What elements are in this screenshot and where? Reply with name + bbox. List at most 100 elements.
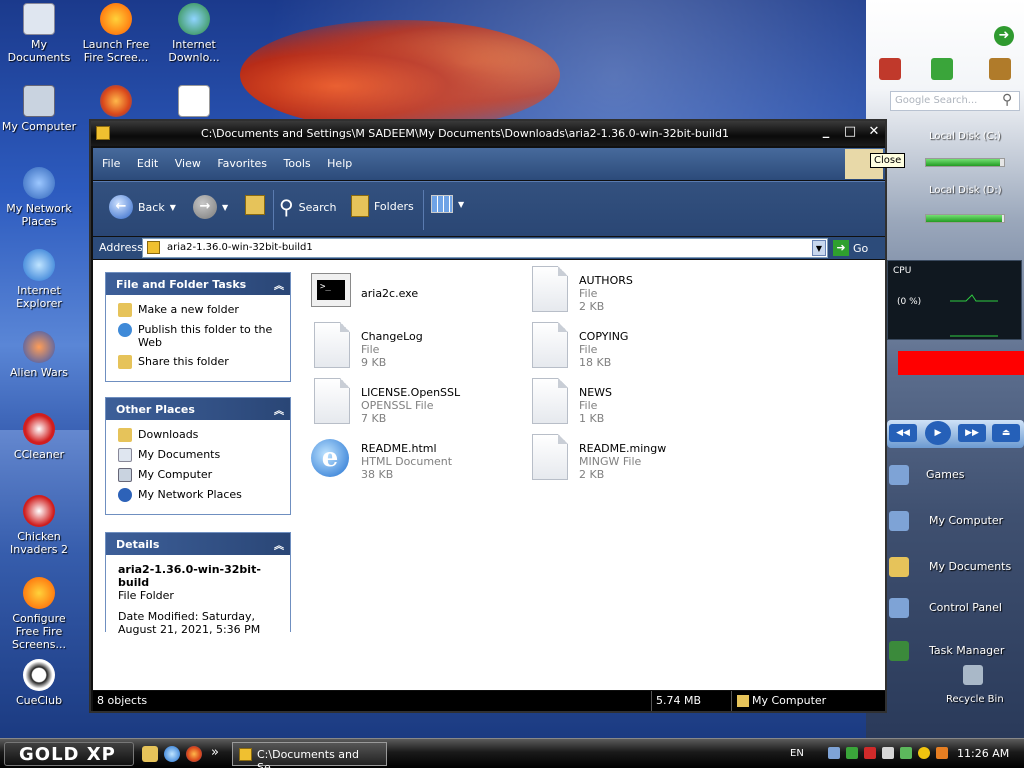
menu-file[interactable]: File — [102, 157, 120, 170]
menu-favorites[interactable]: Favorites — [217, 157, 267, 170]
desktop-icon-cueclub[interactable]: CueClub — [0, 659, 78, 707]
start-button[interactable]: GOLD XP — [4, 742, 134, 766]
desktop-icon-label: My Network Places — [6, 202, 72, 228]
desktop-icon-my-computer[interactable]: My Computer — [0, 85, 78, 133]
close-button[interactable]: ✕ — [865, 125, 883, 141]
place-my-network-places[interactable]: My Network Places — [118, 488, 284, 502]
menu-tools[interactable]: Tools — [284, 157, 311, 170]
tray-emoji-icon[interactable] — [918, 747, 930, 759]
google-search-input[interactable]: Google Search... — [890, 91, 1020, 111]
file-item-changelog[interactable]: ChangeLog File 9 KB — [311, 322, 521, 372]
desktop-icon-firefox[interactable] — [77, 85, 155, 120]
place-label: My Documents — [138, 448, 221, 461]
sidebar-link-recycle-bin[interactable]: Recycle Bin — [946, 694, 1004, 705]
play-icon[interactable]: ▶ — [925, 421, 951, 445]
folder-icon — [147, 241, 160, 254]
tray-update-icon[interactable] — [900, 747, 912, 759]
desktop-icon-chicken-invaders[interactable]: Chicken Invaders 2 — [0, 495, 78, 556]
sidebar-link-control-panel[interactable]: Control Panel — [929, 601, 1002, 614]
file-item-authors[interactable]: AUTHORS File 2 KB — [529, 266, 739, 316]
desktop-icon-internet-explorer[interactable]: Internet Explorer — [0, 249, 78, 310]
quicklaunch-ie-icon[interactable] — [164, 746, 180, 762]
window-titlebar[interactable]: C:\Documents and Settings\M SADEEM\My Do… — [91, 121, 885, 146]
desktop-icon-configure-free-fire[interactable]: Configure Free Fire Screens... — [0, 577, 78, 651]
back-button[interactable]: ← Back ▼ — [109, 195, 176, 219]
address-dropdown-button[interactable]: ▼ — [812, 240, 826, 256]
maximize-button[interactable]: □ — [841, 125, 859, 141]
place-label: Downloads — [138, 428, 199, 441]
file-item-copying[interactable]: COPYING File 18 KB — [529, 322, 739, 372]
file-type: HTML Document — [361, 455, 453, 468]
file-icon-wrap — [311, 378, 353, 426]
tray-security-icon[interactable] — [864, 747, 876, 759]
tray-sparkle-icon[interactable] — [936, 747, 948, 759]
file-item-news[interactable]: NEWS File 1 KB — [529, 378, 739, 428]
file-text: aria2c.exe — [361, 266, 418, 316]
file-item-readme-mingw[interactable]: README.mingw MINGW File 2 KB — [529, 434, 739, 484]
forward-arrow-icon[interactable]: ➜ — [994, 26, 1014, 46]
shutdown-icon[interactable] — [879, 58, 901, 80]
file-item-readme-html[interactable]: e README.html HTML Document 38 KB — [311, 434, 521, 484]
task-label: Make a new folder — [138, 303, 239, 316]
task-make-new-folder[interactable]: Make a new folder — [118, 303, 284, 317]
panel-header[interactable]: File and Folder Tasks ︽ — [106, 273, 290, 295]
folders-button[interactable]: Folders — [351, 195, 414, 217]
idm-icon — [178, 3, 210, 35]
quicklaunch-firefox-icon[interactable] — [186, 746, 202, 762]
desktop-icon-launch-free-fire[interactable]: Launch Free Fire Scree... — [77, 3, 155, 64]
sidebar-link-my-computer[interactable]: My Computer — [929, 514, 1003, 527]
address-input[interactable]: aria2-1.36.0-win-32bit-build1 — [142, 238, 828, 258]
details-panel: Details ︽ aria2-1.36.0-win-32bit-build F… — [105, 532, 291, 642]
collapse-chevron-icon[interactable]: ︽ — [274, 277, 284, 292]
place-my-computer[interactable]: My Computer — [118, 468, 284, 482]
desktop-icon-alien-wars[interactable]: Alien Wars — [0, 331, 78, 379]
minimize-button[interactable]: _ — [817, 125, 835, 141]
menu-view[interactable]: View — [175, 157, 201, 170]
collapse-chevron-icon[interactable]: ︽ — [274, 402, 284, 417]
previous-track-icon[interactable]: ◀◀ — [889, 424, 917, 442]
next-track-icon[interactable]: ▶▶ — [958, 424, 986, 442]
language-indicator[interactable]: EN — [790, 748, 804, 759]
eject-icon[interactable]: ⏏ — [992, 424, 1020, 442]
folder-icon — [889, 557, 909, 577]
file-item-license-openssl[interactable]: LICENSE.OpenSSL OPENSSL File 7 KB — [311, 378, 521, 428]
search-icon[interactable]: ⚲ — [1002, 92, 1012, 108]
up-folder-button[interactable] — [245, 195, 265, 215]
desktop-icon-internet-download[interactable]: Internet Downlo... — [155, 3, 233, 64]
sidebar-link-games[interactable]: Games — [926, 468, 964, 481]
tray-network-icon[interactable] — [828, 747, 840, 759]
views-button[interactable]: ▼ — [431, 195, 464, 213]
place-downloads[interactable]: Downloads — [118, 428, 284, 442]
desktop-icon-ccleaner[interactable]: CCleaner — [0, 413, 78, 461]
panel-header[interactable]: Other Places ︽ — [106, 398, 290, 420]
folders-label: Folders — [374, 199, 414, 213]
sidebar-link-my-documents[interactable]: My Documents — [929, 560, 1011, 573]
panel-header[interactable]: Details ︽ — [106, 533, 290, 555]
file-size: 1 KB — [579, 412, 605, 425]
quicklaunch-folder-icon[interactable] — [142, 746, 158, 762]
forward-button[interactable]: → ▼ — [193, 195, 228, 219]
menu-help[interactable]: Help — [327, 157, 352, 170]
file-name: NEWS — [579, 386, 613, 399]
desktop-icon-my-network-places[interactable]: My Network Places — [0, 167, 78, 228]
restart-icon[interactable] — [931, 58, 953, 80]
chevron-down-icon: ▼ — [222, 202, 229, 212]
tray-volume-icon[interactable] — [882, 747, 894, 759]
desktop-icon-document[interactable] — [155, 85, 233, 120]
menu-edit[interactable]: Edit — [137, 157, 158, 170]
search-button[interactable]: ⚲ Search — [279, 195, 336, 219]
task-publish-folder[interactable]: Publish this folder to the Web — [118, 323, 284, 349]
go-button[interactable]: ➜ Go — [833, 239, 881, 257]
taskbar-item-explorer[interactable]: C:\Documents and Se... — [232, 742, 387, 768]
address-bar: Address aria2-1.36.0-win-32bit-build1 ▼ … — [93, 237, 885, 259]
quicklaunch-more-icon[interactable]: » — [211, 745, 219, 760]
collapse-chevron-icon[interactable]: ︽ — [274, 537, 284, 552]
file-item-aria2c-exe[interactable]: >_ aria2c.exe — [311, 266, 521, 316]
tray-idm-icon[interactable] — [846, 747, 858, 759]
desktop-icon-my-documents[interactable]: My Documents — [0, 3, 78, 64]
task-share-folder[interactable]: Share this folder — [118, 355, 284, 369]
place-my-documents[interactable]: My Documents — [118, 448, 284, 462]
logoff-icon[interactable] — [989, 58, 1011, 80]
sidebar-link-task-manager[interactable]: Task Manager — [929, 644, 1004, 657]
panel-title: Details — [116, 538, 160, 551]
